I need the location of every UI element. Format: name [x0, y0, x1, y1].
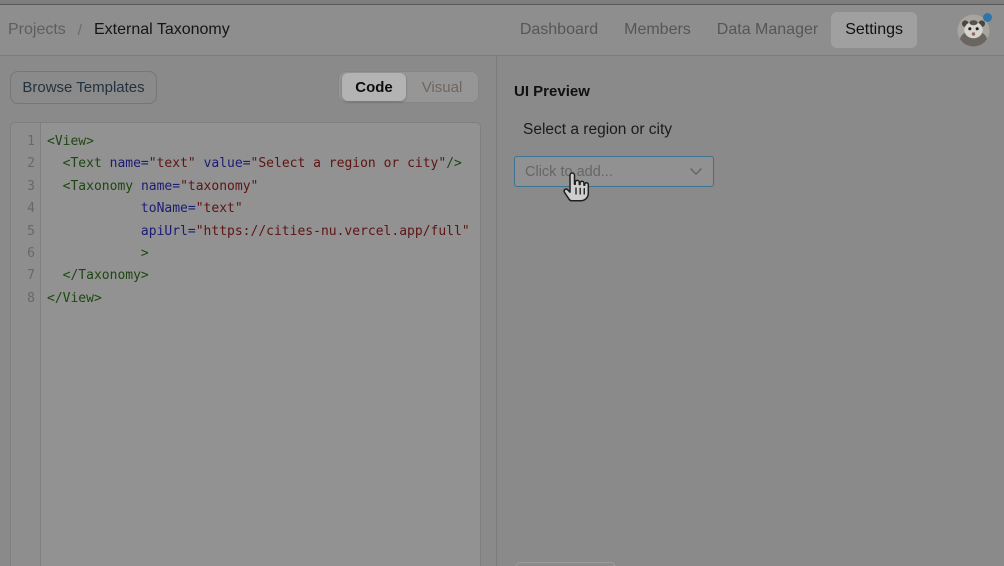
online-status-dot: [983, 13, 992, 22]
ui-preview-panel: UI Preview Select a region or city Click…: [498, 56, 1004, 566]
nav-item-settings[interactable]: Settings: [831, 12, 917, 48]
line-number: 2: [11, 153, 35, 175]
breadcrumb-projects-link[interactable]: Projects: [8, 21, 66, 39]
line-number: 3: [11, 176, 35, 198]
code-line[interactable]: <Text name="text" value="Select a region…: [47, 153, 480, 175]
code-line[interactable]: </Taxonomy>: [47, 265, 480, 287]
nav-item-members[interactable]: Members: [611, 12, 704, 48]
code-line[interactable]: </View>: [47, 288, 480, 310]
header-nav: Dashboard Members Data Manager Settings: [507, 12, 990, 48]
dropdown-placeholder: Click to add...: [525, 164, 689, 180]
breadcrumb: Projects / External Taxonomy: [8, 21, 230, 39]
clipped-panel-edge: [516, 562, 615, 566]
code-line[interactable]: apiUrl="https://cities-nu.vercel.app/ful…: [47, 221, 480, 243]
header-bar: Projects / External Taxonomy Dashboard M…: [0, 5, 1004, 56]
code-line[interactable]: <Taxonomy name="taxonomy": [47, 176, 480, 198]
code-line[interactable]: <View>: [47, 131, 480, 153]
preview-title: UI Preview: [514, 83, 590, 100]
line-number: 5: [11, 221, 35, 243]
browse-templates-button[interactable]: Browse Templates: [10, 71, 157, 104]
toggle-option-visual[interactable]: Visual: [406, 79, 478, 96]
line-number: 6: [11, 243, 35, 265]
breadcrumb-current-project: External Taxonomy: [94, 21, 230, 39]
code-line[interactable]: >: [47, 243, 480, 265]
line-number: 8: [11, 288, 35, 310]
toggle-option-code[interactable]: Code: [342, 73, 406, 101]
code-editor: 12345678 <View> <Text name="text" value=…: [10, 122, 481, 566]
nav-item-dashboard[interactable]: Dashboard: [507, 12, 611, 48]
line-number: 7: [11, 265, 35, 287]
breadcrumb-separator: /: [78, 22, 82, 39]
editor-gutter: 12345678: [11, 123, 41, 566]
hand-pointer-cursor: [561, 167, 591, 203]
line-number: 1: [11, 131, 35, 153]
editor-code[interactable]: <View> <Text name="text" value="Select a…: [41, 123, 480, 566]
code-line[interactable]: toName="text": [47, 198, 480, 220]
labeling-config-panel: Browse Templates Code Visual 12345678 <V…: [0, 56, 497, 566]
chevron-down-icon: [689, 167, 703, 176]
taxonomy-dropdown[interactable]: Click to add...: [514, 156, 714, 187]
user-avatar[interactable]: [957, 14, 990, 47]
preview-prompt-text: Select a region or city: [523, 121, 672, 139]
code-visual-toggle: Code Visual: [338, 71, 479, 103]
nav-item-data-manager[interactable]: Data Manager: [704, 12, 831, 48]
line-number: 4: [11, 198, 35, 220]
